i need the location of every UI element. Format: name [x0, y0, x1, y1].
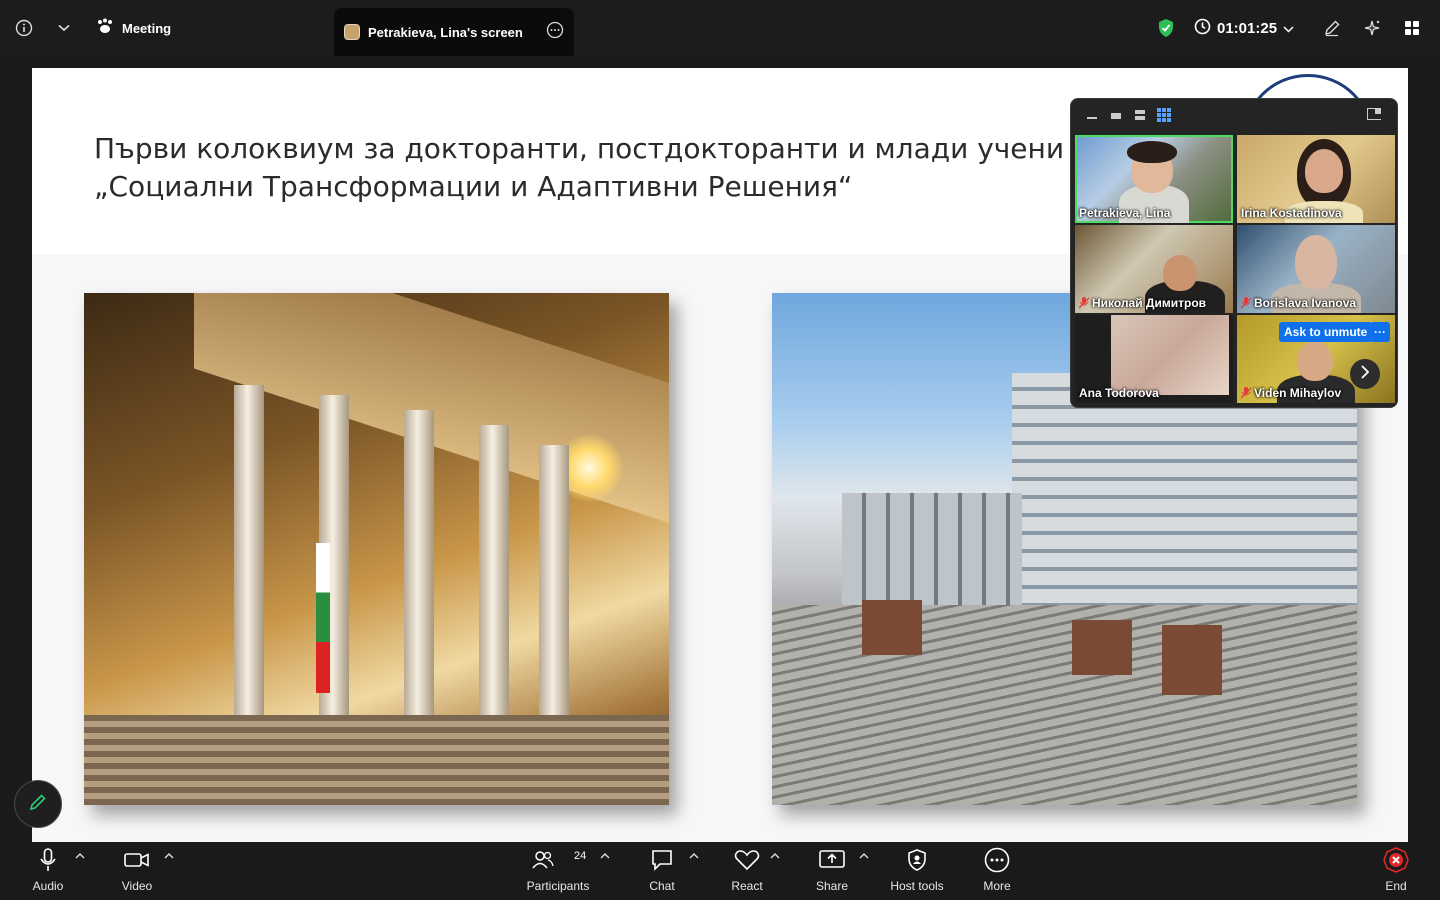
participant-name-row: Borislava Ivanova	[1240, 296, 1357, 310]
university-building-photo	[84, 293, 669, 805]
meeting-tab[interactable]: Meeting	[86, 8, 181, 48]
audio-label: Audio	[32, 879, 64, 893]
share-screen-icon	[819, 846, 845, 874]
end-label: End	[1385, 879, 1407, 893]
audio-button[interactable]: Audio	[28, 846, 68, 896]
active-speaker-view-icon[interactable]	[1109, 108, 1123, 122]
host-shield-icon	[907, 846, 927, 874]
participant-name: Borislava Ivanova	[1254, 296, 1357, 310]
meeting-timer[interactable]: 01:01:25	[1194, 16, 1294, 40]
chat-button[interactable]: Chat	[642, 846, 682, 896]
slide-title: Първи колоквиум за докторанти, постдокто…	[94, 130, 1094, 206]
timer-chevron-icon	[1283, 20, 1294, 37]
participants-label: Participants	[526, 879, 590, 893]
annotate-pencil-icon[interactable]	[1320, 16, 1344, 40]
participant-more-button[interactable]: ···	[1370, 322, 1390, 342]
chevron-down-icon[interactable]	[52, 16, 76, 40]
heart-icon	[734, 846, 760, 874]
info-icon[interactable]	[12, 16, 36, 40]
annotate-button[interactable]	[14, 780, 62, 828]
participants-count: 24	[574, 850, 587, 862]
chat-label: Chat	[649, 879, 675, 893]
screen-share-tab[interactable]: Petrakieva, Lina's screen	[334, 8, 574, 56]
audio-options-caret-icon[interactable]	[74, 850, 86, 862]
chat-bubble-icon	[650, 846, 674, 874]
slide-title-line-1: Първи колоквиум за докторанти, постдокто…	[94, 132, 1065, 165]
participant-name: Ana Todorova	[1079, 386, 1159, 400]
grid-view-icon[interactable]	[1157, 108, 1171, 122]
participants-button[interactable]: 24 Participants	[522, 846, 594, 896]
participant-tile[interactable]: Николай Димитров	[1075, 225, 1233, 313]
participant-tile[interactable]: Irina Kostadinova	[1237, 135, 1395, 223]
participant-tile[interactable]: Borislava Ivanova	[1237, 225, 1395, 313]
host-tools-button[interactable]: Host tools	[884, 846, 950, 896]
muted-mic-icon	[1240, 297, 1252, 309]
video-button[interactable]: Video	[117, 846, 157, 896]
more-label: More	[983, 879, 1011, 893]
host-tools-label: Host tools	[890, 879, 944, 893]
react-button[interactable]: React	[727, 846, 767, 896]
more-options-icon[interactable]	[546, 21, 564, 44]
more-dots-icon	[984, 846, 1010, 874]
participants-options-caret-icon[interactable]	[599, 850, 611, 862]
participant-name-row: Николай Димитров	[1078, 296, 1207, 310]
share-label: Share	[815, 879, 849, 893]
slide-title-line-2: „Социални Трансформации и Адаптивни Реше…	[94, 170, 853, 203]
ai-sparkle-icon[interactable]	[1360, 16, 1384, 40]
video-label: Video	[121, 879, 153, 893]
video-camera-icon	[124, 846, 150, 874]
pencil-icon	[28, 792, 48, 817]
react-label: React	[731, 879, 763, 893]
muted-mic-icon	[1240, 387, 1252, 399]
participant-name: Petrakieva, Lina	[1079, 206, 1171, 220]
presenter-avatar	[344, 24, 360, 40]
strip-view-icon[interactable]	[1133, 108, 1147, 122]
participants-icon: 24	[528, 846, 588, 874]
video-options-caret-icon[interactable]	[163, 850, 175, 862]
pop-out-icon[interactable]	[1367, 107, 1381, 121]
participant-name: Николай Димитров	[1092, 296, 1207, 310]
end-call-icon	[1383, 846, 1409, 874]
microphone-icon	[39, 846, 57, 874]
meeting-paw-icon	[96, 18, 114, 39]
top-bar: Meeting Petrakieva, Lina's screen 01:01:…	[0, 0, 1440, 56]
participant-name: Irina Kostadinova	[1241, 206, 1342, 220]
gallery-view-controls	[1085, 107, 1171, 123]
participant-name-row: Viden Mihaylov	[1240, 386, 1342, 400]
video-gallery-panel[interactable]: Petrakieva, Lina Irina Kostadinova Никол…	[1070, 98, 1398, 408]
participant-name: Viden Mihaylov	[1254, 386, 1342, 400]
clock-icon	[1194, 18, 1211, 39]
security-shield-icon[interactable]	[1154, 16, 1178, 40]
apps-grid-icon[interactable]	[1400, 16, 1424, 40]
share-options-caret-icon[interactable]	[858, 850, 870, 862]
gallery-next-page-button[interactable]	[1350, 359, 1380, 389]
chevron-right-icon	[1360, 364, 1370, 384]
chat-options-caret-icon[interactable]	[688, 850, 700, 862]
screen-tab-label: Petrakieva, Lina's screen	[368, 24, 523, 40]
participant-tile[interactable]: Ask to unmute ··· Viden Mihaylov	[1237, 315, 1395, 403]
meeting-controls-bar: Audio Video 24 Participants Chat React S…	[0, 842, 1440, 900]
timer-value: 01:01:25	[1217, 19, 1278, 37]
end-meeting-button[interactable]: End	[1376, 846, 1416, 896]
more-button[interactable]: More	[977, 846, 1017, 896]
meeting-label: Meeting	[122, 20, 172, 36]
ask-to-unmute-button[interactable]: Ask to unmute	[1279, 322, 1373, 342]
minimize-icon[interactable]	[1085, 108, 1099, 122]
participant-tile[interactable]: Petrakieva, Lina	[1075, 135, 1233, 223]
participant-tile[interactable]: Ana Todorova	[1075, 315, 1233, 403]
muted-mic-icon	[1078, 297, 1090, 309]
react-options-caret-icon[interactable]	[769, 850, 781, 862]
share-button[interactable]: Share	[812, 846, 852, 896]
